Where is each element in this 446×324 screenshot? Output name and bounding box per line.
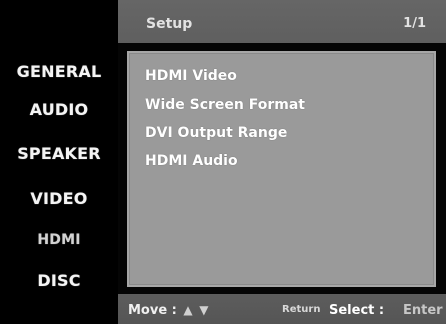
setup-screen: GENERAL AUDIO SPEAKER VIDEO HDMI DISC Se…: [0, 0, 446, 324]
setup-header: Setup 1/1: [118, 0, 446, 43]
select-hint: Select :: [329, 303, 385, 318]
menu-item-wide-screen-format[interactable]: Wide Screen Format: [145, 98, 305, 112]
move-hint: Move : ▲ ▼: [128, 303, 208, 318]
menu-item-hdmi-audio[interactable]: HDMI Audio: [145, 154, 238, 168]
page-title: Setup: [146, 16, 193, 32]
sidebar-item-hdmi[interactable]: HDMI: [0, 233, 118, 247]
hdmi-menu-panel: HDMI Video Wide Screen Format DVI Output…: [127, 51, 436, 287]
setup-sidebar: GENERAL AUDIO SPEAKER VIDEO HDMI DISC: [0, 0, 118, 324]
sidebar-item-disc[interactable]: DISC: [0, 273, 118, 289]
sidebar-item-speaker[interactable]: SPEAKER: [0, 146, 118, 162]
menu-item-dvi-output-range[interactable]: DVI Output Range: [145, 126, 287, 140]
up-arrow-icon: ▲: [183, 303, 193, 317]
down-arrow-icon: ▼: [199, 303, 209, 317]
sidebar-item-audio[interactable]: AUDIO: [0, 102, 118, 118]
enter-hint: Enter: [403, 303, 443, 318]
setup-footer: Move : ▲ ▼ Return Select : Enter: [118, 294, 446, 324]
sidebar-item-general[interactable]: GENERAL: [0, 64, 118, 80]
sidebar-item-video[interactable]: VIDEO: [0, 191, 118, 207]
move-label: Move :: [128, 303, 177, 318]
page-indicator: 1/1: [403, 16, 426, 31]
menu-item-hdmi-video[interactable]: HDMI Video: [145, 69, 237, 83]
return-hint: Return: [282, 304, 321, 315]
